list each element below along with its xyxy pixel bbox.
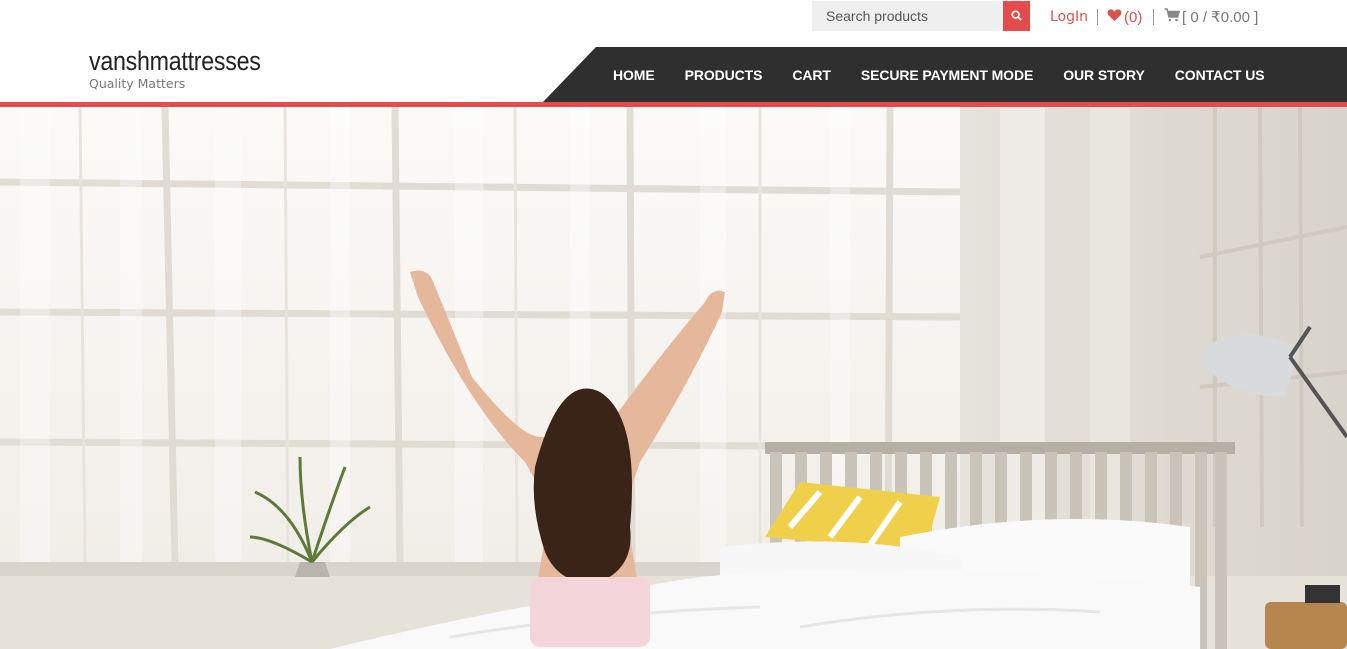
search-input[interactable]	[812, 1, 1003, 31]
site-title: vanshmattresses	[89, 46, 261, 76]
mini-cart-link[interactable]: [ 0 / ₹0.00 ]	[1164, 7, 1258, 27]
divider	[1097, 9, 1098, 25]
search-form	[812, 1, 1030, 31]
site-header: vanshmattresses Quality Matters HOME PRO…	[0, 46, 1347, 103]
hero-banner-image	[0, 107, 1347, 649]
wishlist-count: (0)	[1124, 8, 1143, 26]
main-nav: HOME PRODUCTS CART SECURE PAYMENT MODE O…	[542, 47, 1347, 103]
top-utility-bar: LogIn (0) [ 0 / ₹0.00 ]	[0, 0, 1347, 46]
site-logo[interactable]: vanshmattresses Quality Matters	[89, 46, 289, 92]
nav-item-products[interactable]: PRODUCTS	[670, 67, 778, 83]
cart-icon	[1164, 8, 1182, 26]
wishlist-link[interactable]: (0)	[1107, 7, 1142, 27]
divider	[1153, 9, 1154, 25]
nav-item-contact-us[interactable]: CONTACT US	[1160, 67, 1280, 83]
site-tagline: Quality Matters	[89, 76, 186, 91]
nav-item-our-story[interactable]: OUR STORY	[1048, 67, 1160, 83]
nav-item-secure-payment-mode[interactable]: SECURE PAYMENT MODE	[846, 67, 1048, 83]
login-link[interactable]: LogIn	[1050, 7, 1088, 27]
search-icon	[1011, 9, 1022, 24]
cart-summary: [ 0 / ₹0.00 ]	[1182, 9, 1259, 26]
nav-item-home[interactable]: HOME	[598, 67, 670, 83]
nav-item-cart[interactable]: CART	[777, 67, 845, 83]
heart-icon	[1107, 8, 1124, 26]
search-button[interactable]	[1003, 1, 1030, 31]
